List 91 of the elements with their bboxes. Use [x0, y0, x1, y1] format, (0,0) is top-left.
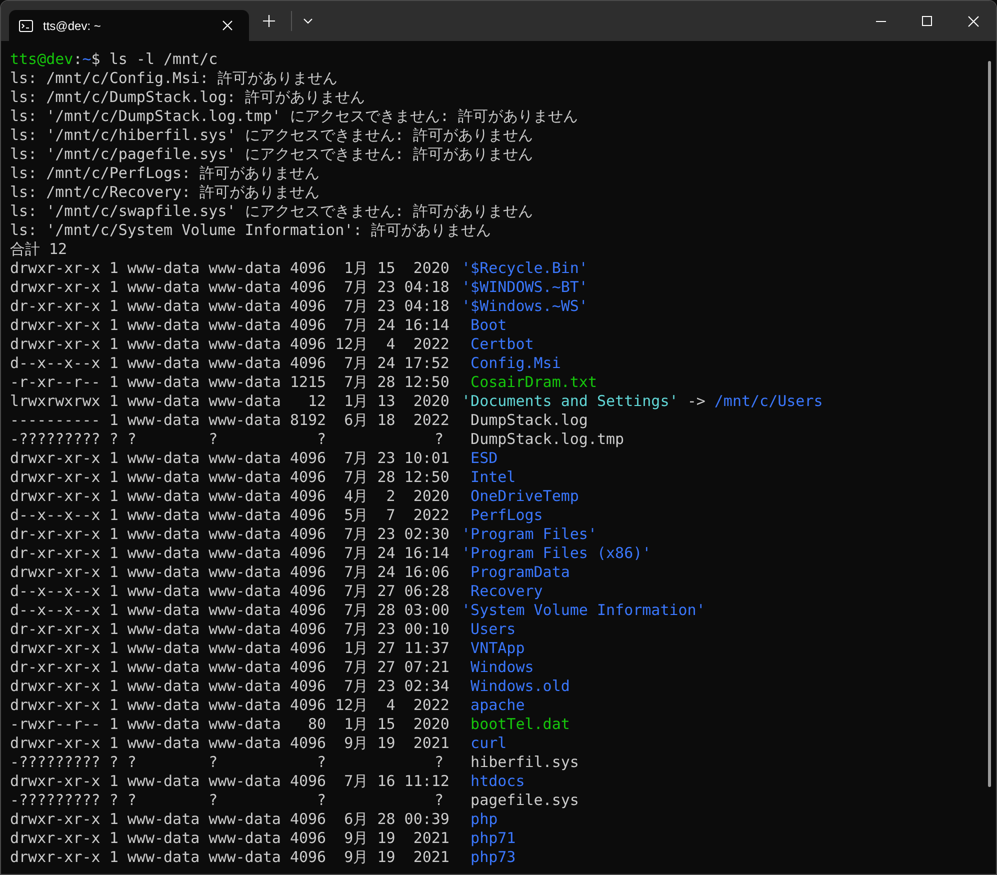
file-details: drwxr-xr-x 1 www-data www-data 4096 9月 19 2021	[10, 829, 450, 848]
file-name: CosairDram.txt	[470, 373, 597, 391]
file-name: 'System Volume Information'	[462, 601, 706, 619]
file-name: Boot	[470, 316, 507, 334]
file-name: bootTel.dat	[470, 715, 570, 733]
file-name: 'Program Files'	[462, 525, 597, 543]
file-details: drwxr-xr-x 1 www-data www-data 4096 7月 16 11:12	[10, 772, 450, 791]
file-details: lrwxrwxrwx 1 www-data www-data 12 1月 13 2020	[10, 392, 450, 411]
error-line: ls: '/mnt/c/swapfile.sys' にアクセスできません: 許可がありません	[10, 202, 533, 220]
terminal-icon	[19, 18, 33, 32]
file-name: VNTApp	[470, 639, 525, 657]
file-details: dr-xr-xr-x 1 www-data www-data 4096 7月 23 00:10	[10, 620, 450, 639]
scrollbar[interactable]	[988, 61, 991, 787]
file-name: Intel	[470, 468, 516, 486]
file-details: d--x--x--x 1 www-data www-data 4096 5月 7 2022	[10, 506, 450, 525]
error-line: ls: /mnt/c/Config.Msi: 許可がありません	[10, 69, 338, 87]
file-details: drwxr-xr-x 1 www-data www-data 4096 7月 23 04:18	[10, 278, 450, 297]
file-details: dr-xr-xr-x 1 www-data www-data 4096 7月 27 07:21	[10, 658, 450, 677]
file-details: -????????? ? ? ? ? ?	[10, 791, 444, 810]
maximize-icon	[922, 16, 932, 26]
file-name: Recovery	[470, 582, 543, 600]
error-line: ls: '/mnt/c/pagefile.sys' にアクセスできません: 許可がありません	[10, 145, 533, 163]
file-name: ProgramData	[470, 563, 570, 581]
file-name: Windows.old	[470, 677, 570, 695]
error-line: ls: '/mnt/c/hiberfil.sys' にアクセスできません: 許可がありません	[10, 126, 533, 144]
file-details: drwxr-xr-x 1 www-data www-data 4096 9月 19 2021	[10, 848, 450, 867]
file-name: Windows	[470, 658, 534, 676]
file-details: -????????? ? ? ? ? ?	[10, 753, 444, 772]
file-name: pagefile.sys	[470, 791, 579, 809]
file-details: drwxr-xr-x 1 www-data www-data 4096 7月 23 10:01	[10, 449, 450, 468]
file-details: -r-xr--r-- 1 www-data www-data 1215 7月 28 12:50	[10, 373, 450, 392]
file-details: drwxr-xr-x 1 www-data www-data 4096 1月 15 2020	[10, 259, 450, 278]
command-text: ls -l /mnt/c	[109, 50, 218, 68]
error-line: ls: '/mnt/c/DumpStack.log.tmp' にアクセスできません: 許可がありません	[10, 107, 578, 125]
file-name: Certbot	[470, 335, 534, 353]
file-details: drwxr-xr-x 1 www-data www-data 4096 12月 4 2022	[10, 696, 450, 715]
close-icon	[968, 16, 978, 26]
file-details: -????????? ? ? ? ? ?	[10, 430, 444, 449]
file-name: ESD	[470, 449, 498, 467]
file-name: apache	[470, 696, 525, 714]
file-name: '$Windows.~WS'	[462, 297, 588, 315]
file-name: htdocs	[470, 772, 525, 790]
file-name: DumpStack.log	[470, 411, 588, 429]
file-name: 'Documents and Settings'	[462, 392, 678, 410]
terminal-tab[interactable]: tts@dev: ~	[9, 10, 249, 41]
file-details: drwxr-xr-x 1 www-data www-data 4096 7月 28 12:50	[10, 468, 450, 487]
file-details: drwxr-xr-x 1 www-data www-data 4096 9月 19 2021	[10, 734, 450, 753]
file-name: '$Recycle.Bin'	[462, 259, 588, 277]
file-name: hiberfil.sys	[470, 753, 579, 771]
file-name: PerfLogs	[470, 506, 543, 524]
tab-title: tts@dev: ~	[43, 18, 102, 32]
file-name: php73	[470, 848, 516, 866]
error-line: ls: /mnt/c/DumpStack.log: 許可がありません	[10, 88, 365, 106]
prompt-path: ~	[82, 50, 92, 68]
minimize-icon	[876, 20, 886, 22]
file-details: drwxr-xr-x 1 www-data www-data 4096 7月 23 02:34	[10, 677, 450, 696]
file-details: drwxr-xr-x 1 www-data www-data 4096 6月 28 00:39	[10, 810, 450, 829]
error-line: ls: /mnt/c/PerfLogs: 許可がありません	[10, 164, 320, 182]
prompt-symbol: $	[91, 50, 100, 68]
file-name: Users	[470, 620, 516, 638]
file-details: d--x--x--x 1 www-data www-data 4096 7月 28 03:00	[10, 601, 450, 620]
file-name: Config.Msi	[470, 354, 561, 372]
file-details: drwxr-xr-x 1 www-data www-data 4096 12月 4 2022	[10, 335, 450, 354]
prompt-separator: :	[73, 50, 82, 68]
file-details: -rwxr--r-- 1 www-data www-data 80 1月 15 2020	[10, 715, 450, 734]
file-details: dr-xr-xr-x 1 www-data www-data 4096 7月 24 16:14	[10, 544, 450, 563]
close-icon	[222, 20, 232, 31]
file-name: php71	[470, 829, 516, 847]
error-line: ls: '/mnt/c/System Volume Information': 許可がありません	[10, 221, 492, 239]
file-name: php	[470, 810, 498, 828]
file-name: '$WINDOWS.~BT'	[462, 278, 588, 296]
total-line: 合計 12	[10, 240, 68, 258]
file-details: d--x--x--x 1 www-data www-data 4096 7月 24 17:52	[10, 354, 450, 373]
file-details: drwxr-xr-x 1 www-data www-data 4096 1月 27 11:37	[10, 639, 450, 658]
chevron-down-icon	[303, 18, 313, 24]
file-details: drwxr-xr-x 1 www-data www-data 4096 7月 24 16:06	[10, 563, 450, 582]
file-details: dr-xr-xr-x 1 www-data www-data 4096 7月 23 02:30	[10, 525, 450, 544]
file-details: drwxr-xr-x 1 www-data www-data 4096 4月 2 2020	[10, 487, 450, 506]
file-name: 'Program Files (x86)'	[462, 544, 652, 562]
link-arrow: ->	[687, 392, 706, 410]
file-name: curl	[470, 734, 507, 752]
plus-icon	[263, 15, 275, 27]
link-target: /mnt/c/Users	[714, 392, 823, 410]
file-name: OneDriveTemp	[470, 487, 579, 505]
file-details: d--x--x--x 1 www-data www-data 4096 7月 27 06:28	[10, 582, 450, 601]
file-details: drwxr-xr-x 1 www-data www-data 4096 7月 24 16:14	[10, 316, 450, 335]
error-line: ls: /mnt/c/Recovery: 許可がありません	[10, 183, 320, 201]
file-details: ---------- 1 www-data www-data 8192 6月 18 2022	[10, 411, 450, 430]
prompt-user: tts@dev	[10, 50, 74, 68]
file-details: dr-xr-xr-x 1 www-data www-data 4096 7月 23 04:18	[10, 297, 450, 316]
file-name: DumpStack.log.tmp	[470, 430, 624, 448]
